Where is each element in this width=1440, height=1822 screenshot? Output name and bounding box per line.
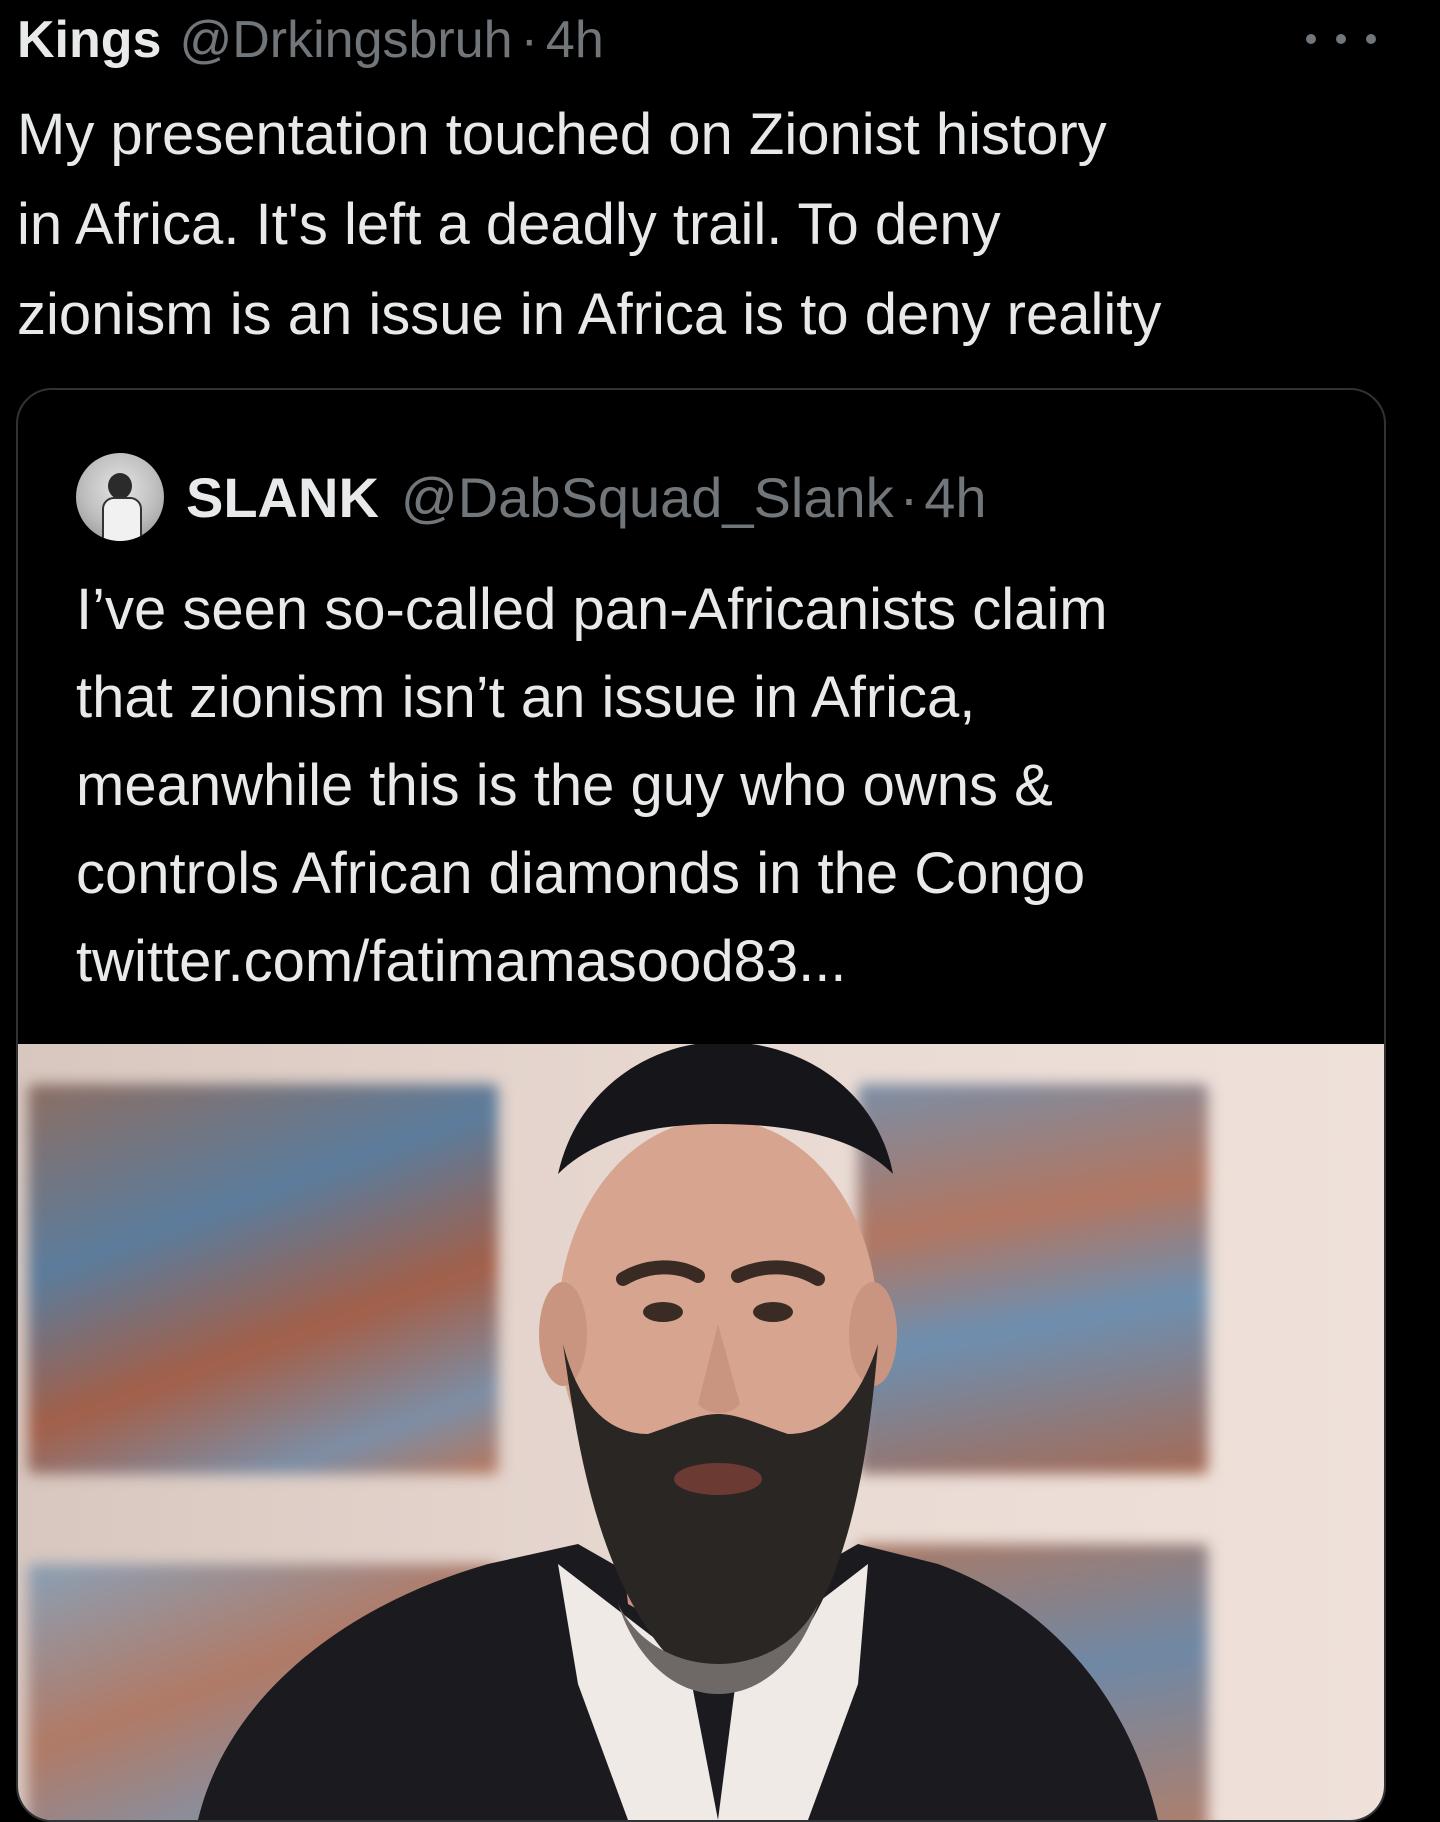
quoted-text-line: controls African diamonds in the Congo: [76, 841, 1086, 906]
separator-dot: ·: [520, 11, 538, 69]
quoted-tweet-image[interactable]: [18, 1044, 1384, 1820]
tweet-text-line: in Africa. It's left a deadly trail. To …: [17, 192, 1001, 257]
tweet-header: Kings @Drkingsbruh · 4h: [17, 0, 604, 80]
tweet-text-line: My presentation touched on Zionist histo…: [17, 102, 1107, 167]
tweet-time[interactable]: 4h: [546, 0, 604, 80]
quoted-tweet-card[interactable]: SLANK @DabSquad_Slank · 4h I’ve seen so-…: [16, 388, 1386, 1822]
quoted-text-line: meanwhile this is the guy who owns &: [76, 753, 1053, 818]
quoted-tweet-header: SLANK @DabSquad_Slank · 4h: [76, 452, 987, 542]
person-illustration: [198, 1044, 1158, 1820]
quoted-text-line: I’ve seen so-called pan-Africanists clai…: [76, 577, 1108, 642]
tweet[interactable]: Kings @Drkingsbruh · 4h My presentation …: [0, 0, 1440, 1822]
tweet-text: My presentation touched on Zionist histo…: [17, 90, 1397, 360]
more-icon: [1306, 34, 1316, 44]
quoted-text-line: that zionism isn’t an issue in Africa,: [76, 665, 976, 730]
more-options-button[interactable]: [1306, 24, 1376, 54]
avatar-body: [102, 497, 142, 541]
author-handle[interactable]: @Drkingsbruh: [179, 0, 512, 80]
separator-dot: ·: [899, 465, 919, 529]
more-icon: [1366, 34, 1376, 44]
quoted-author-handle[interactable]: @DabSquad_Slank: [401, 465, 894, 530]
tweet-text-line: zionism is an issue in Africa is to deny…: [17, 282, 1162, 347]
quoted-tweet-time[interactable]: 4h: [924, 465, 986, 530]
quoted-link[interactable]: twitter.com/fatimamasood83...: [76, 918, 1356, 1006]
author-name[interactable]: Kings: [17, 0, 161, 80]
quoted-tweet-text: I’ve seen so-called pan-Africanists clai…: [76, 566, 1356, 1006]
quoted-author-name[interactable]: SLANK: [186, 465, 379, 530]
more-icon: [1336, 34, 1346, 44]
avatar-head: [108, 473, 132, 499]
avatar[interactable]: [76, 453, 164, 541]
